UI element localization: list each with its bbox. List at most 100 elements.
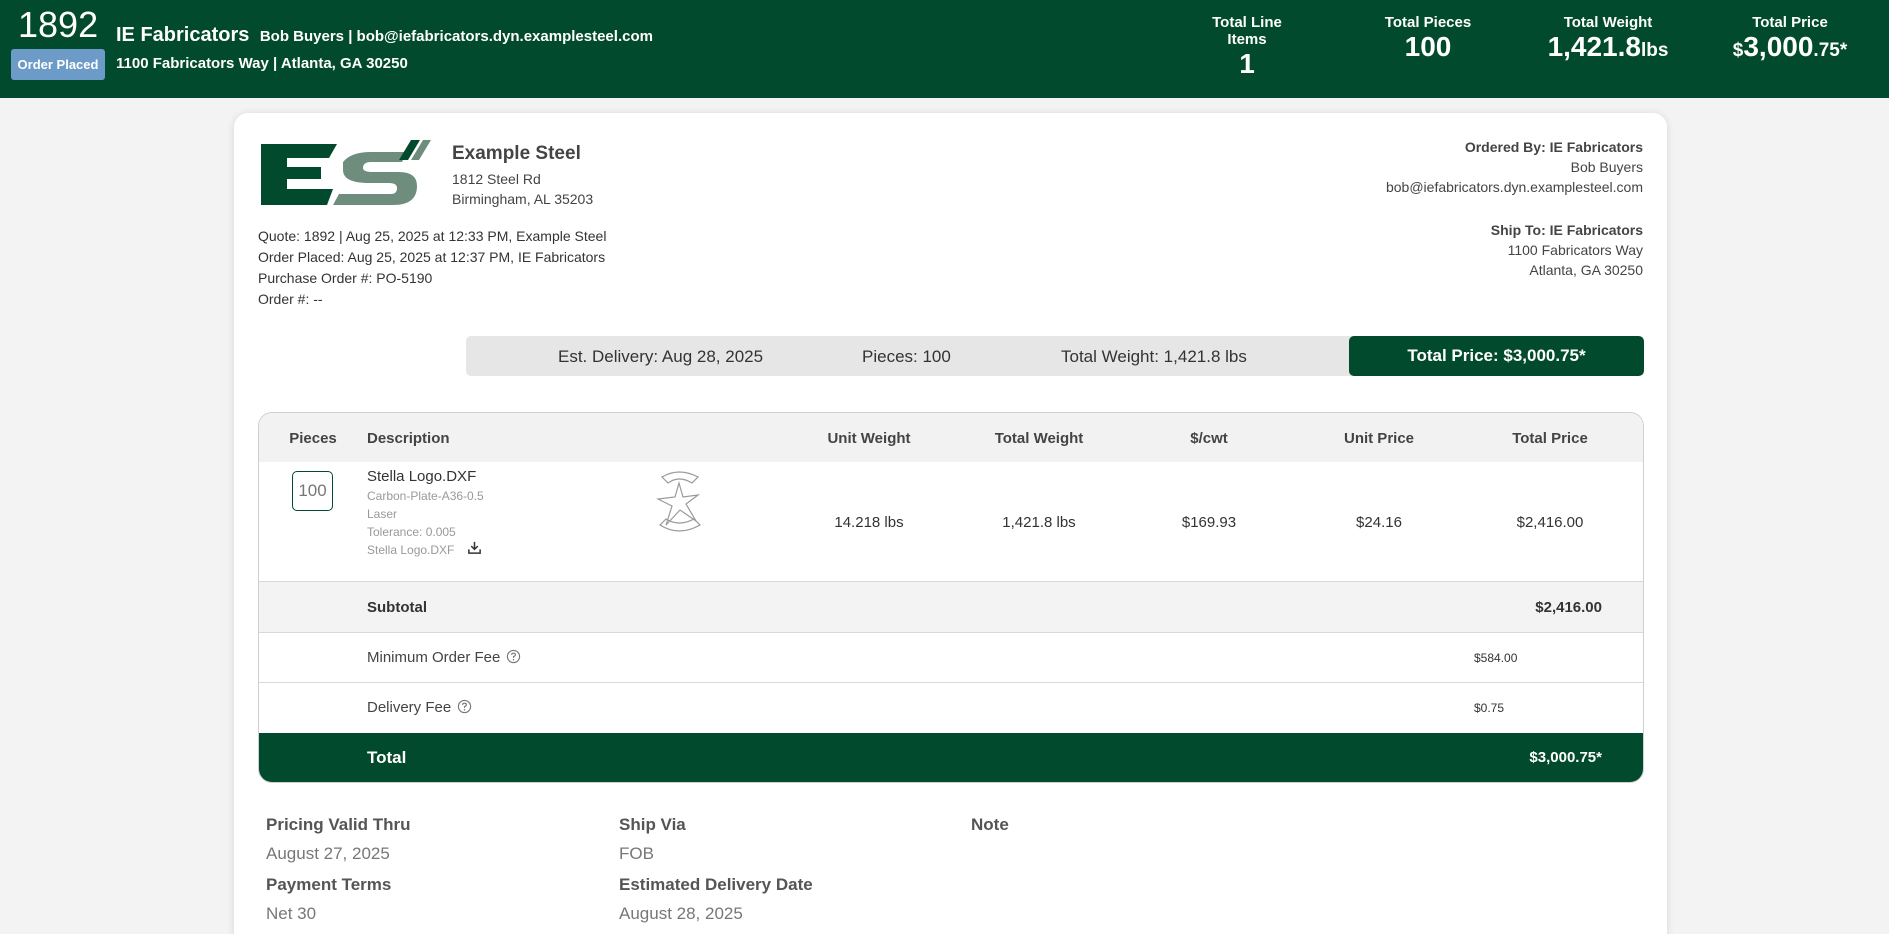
ship-to-line: 1100 Fabricators Way	[1507, 242, 1643, 258]
fee-label-wrap: Minimum Order Fee	[367, 649, 521, 666]
line-items-table: Pieces Description Unit Weight Total Wei…	[258, 412, 1644, 783]
quote-info: Quote: 1892 | Aug 25, 2025 at 12:33 PM, …	[258, 228, 607, 244]
download-icon[interactable]	[467, 540, 482, 555]
stat-label: Total Weight	[1563, 14, 1653, 31]
stat-total-pieces: Total Pieces 100	[1380, 14, 1476, 62]
stat-value: 100	[1404, 31, 1452, 62]
order-number: Order #: --	[258, 291, 323, 307]
help-icon[interactable]	[457, 699, 472, 714]
subtotal-label: Subtotal	[367, 599, 427, 616]
fee-row-minimum-order: Minimum Order Fee $584.00	[259, 633, 1643, 683]
ordered-by-title: Ordered By: IE Fabricators	[1464, 139, 1643, 155]
part-thumbnail-icon	[655, 471, 701, 532]
field-label: Estimated Delivery Date	[619, 875, 813, 894]
customer-address: 1100 Fabricators Way | Atlanta, GA 30250	[116, 55, 408, 72]
field-label: Pricing Valid Thru	[266, 815, 411, 834]
stat-label: Total Pieces	[1384, 14, 1472, 31]
table-row: 100 Stella Logo.DXF Carbon-Plate-A36-0.5…	[259, 462, 1643, 582]
ship-to-line: Atlanta, GA 30250	[1529, 262, 1643, 278]
stat-label: Total Price	[1752, 14, 1828, 31]
column-header-total-price: Total Price	[1512, 430, 1588, 447]
fee-value: $584.00	[1474, 651, 1518, 665]
field-value: August 27, 2025	[266, 844, 390, 863]
summary-delivery: Est. Delivery: Aug 28, 2025	[558, 347, 764, 366]
order-summary-bar: Est. Delivery: Aug 28, 2025 Pieces: 100 …	[466, 336, 1644, 376]
ordered-by-email: bob@iefabricators.dyn.examplesteel.com	[1385, 179, 1643, 195]
order-meta: Quote: 1892 | Aug 25, 2025 at 12:33 PM, …	[258, 226, 606, 310]
column-header-unit-weight: Unit Weight	[827, 430, 911, 447]
item-unit-price: $24.16	[1356, 514, 1402, 531]
stat-value-unit: lbs	[1640, 40, 1669, 61]
fee-label-wrap: Delivery Fee	[367, 699, 472, 716]
stat-value: 1	[1239, 48, 1255, 79]
total-value: $3,000.75*	[1529, 749, 1602, 766]
item-process: Laser	[367, 507, 398, 521]
field-label: Ship Via	[619, 815, 686, 834]
column-header-description: Description	[367, 430, 450, 447]
stat-value: 1,421.8lbs	[1542, 32, 1674, 66]
stat-value-number: 1,421.8	[1547, 31, 1641, 62]
table-header: Pieces Description Unit Weight Total Wei…	[259, 413, 1643, 462]
item-total-price: $2,416.00	[1516, 514, 1584, 531]
order-document-card: Example Steel 1812 Steel Rd Birmingham, …	[234, 113, 1667, 934]
field-value: FOB	[619, 844, 654, 863]
item-title: Stella Logo.DXF	[367, 468, 477, 485]
subtotal-value: $2,416.00	[1535, 599, 1602, 616]
summary-total-price: Total Price: $3,000.75*	[1349, 336, 1644, 376]
column-header-unit-price: Unit Price	[1343, 430, 1415, 447]
subtotal-row: Subtotal $2,416.00	[259, 582, 1643, 633]
fee-value: $0.75	[1474, 701, 1505, 715]
item-material: Carbon-Plate-A36-0.5	[367, 489, 484, 503]
field-label: Payment Terms	[266, 875, 392, 894]
fee-row-delivery: Delivery Fee $0.75	[259, 683, 1643, 733]
field-label: Note	[971, 815, 1009, 834]
stat-value: $3,000.75*	[1720, 32, 1860, 66]
item-unit-weight: 14.218 lbs	[834, 514, 904, 531]
column-header-pieces: Pieces	[289, 430, 337, 447]
example-steel-logo	[259, 138, 434, 212]
stat-value-suffix: .75*	[1813, 40, 1848, 61]
order-placed-info: Order Placed: Aug 25, 2025 at 12:37 PM, …	[258, 249, 606, 265]
stat-total-line-items: Total Line Items 1	[1194, 14, 1300, 79]
column-header-cwt: $/cwt	[1190, 430, 1228, 447]
vendor-address-line: Birmingham, AL 35203	[452, 191, 594, 207]
ship-to-block: Ship To: IE Fabricators 1100 Fabricators…	[1491, 220, 1643, 280]
stat-value-prefix: $	[1732, 40, 1744, 61]
total-row: Total $3,000.75*	[259, 733, 1643, 782]
total-label: Total	[367, 748, 407, 767]
stat-value-number: 3,000	[1743, 31, 1814, 62]
status-badge: Order Placed	[11, 49, 105, 80]
customer-line: IE Fabricators Bob Buyers | bob@iefabric…	[116, 24, 653, 47]
purchase-order-number: Purchase Order #: PO-5190	[258, 270, 433, 286]
item-total-weight: 1,421.8 lbs	[1002, 514, 1076, 531]
field-value: August 28, 2025	[619, 904, 743, 923]
estimated-delivery-field: Estimated Delivery Date August 28, 2025	[619, 875, 813, 924]
ship-via-field: Ship Via FOB	[619, 815, 686, 864]
customer-contact: Bob Buyers | bob@iefabricators.dyn.examp…	[259, 28, 653, 45]
stat-total-weight: Total Weight 1,421.8lbs	[1542, 14, 1674, 66]
stat-total-price: Total Price $3,000.75*	[1720, 14, 1860, 66]
fee-label: Minimum Order Fee	[367, 649, 501, 666]
field-value: Net 30	[266, 904, 317, 923]
payment-terms-field: Payment Terms Net 30	[266, 875, 391, 924]
vendor-address-line: 1812 Steel Rd	[452, 171, 541, 187]
item-cwt: $169.93	[1181, 514, 1237, 531]
ordered-by-block: Ordered By: IE Fabricators Bob Buyers bo…	[1386, 137, 1643, 197]
ship-to-title: Ship To: IE Fabricators	[1490, 222, 1643, 238]
summary-weight: Total Weight: 1,421.8 lbs	[1061, 347, 1247, 366]
quote-number: 1892	[18, 4, 99, 45]
pieces-value: 100	[292, 471, 333, 511]
help-icon[interactable]	[506, 649, 521, 664]
stat-label: Total Line Items	[1212, 14, 1282, 48]
column-header-total-weight: Total Weight	[994, 430, 1084, 447]
vendor-name: Example Steel	[452, 143, 581, 164]
fee-label: Delivery Fee	[367, 699, 452, 716]
item-file-name: Stella Logo.DXF	[367, 543, 455, 557]
item-tolerance: Tolerance: 0.005	[367, 525, 456, 539]
pricing-valid-field: Pricing Valid Thru August 27, 2025	[266, 815, 411, 864]
ordered-by-name: Bob Buyers	[1570, 159, 1643, 175]
note-field: Note	[971, 815, 1009, 835]
summary-pieces: Pieces: 100	[862, 347, 951, 366]
vendor-address: 1812 Steel Rd Birmingham, AL 35203	[452, 169, 593, 209]
customer-name: IE Fabricators	[116, 24, 250, 46]
